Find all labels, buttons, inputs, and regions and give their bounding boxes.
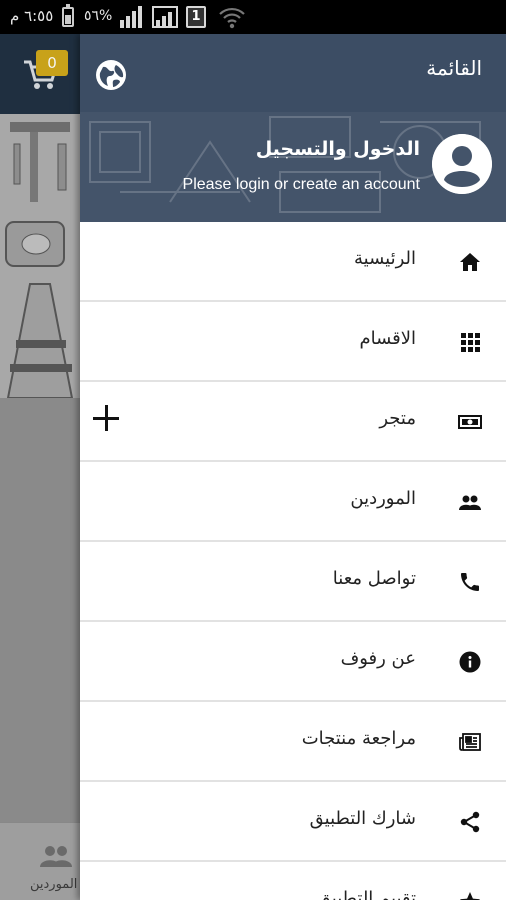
signal-icon — [120, 6, 146, 28]
menu-item-contact[interactable]: تواصل معنا — [80, 542, 506, 622]
status-time: ٦:٥٥ م — [10, 7, 54, 25]
menu-item-label: تواصل معنا — [332, 568, 416, 589]
drawer-header: القائمة الدخول والتسجيل Please login or … — [80, 34, 506, 222]
menu-item-about[interactable]: عن رفوف — [80, 622, 506, 702]
menu-item-share-app[interactable]: شارك التطبيق — [80, 782, 506, 862]
people-icon — [458, 490, 482, 514]
menu-item-label: تقييم التطبيق — [316, 888, 416, 900]
menu-item-label: متجر — [379, 408, 416, 429]
bottom-nav-label: الموردين — [30, 877, 78, 892]
battery-percent: ٥٦% — [84, 8, 113, 24]
navigation-drawer: القائمة الدخول والتسجيل Please login or … — [80, 34, 506, 900]
phone-icon — [458, 570, 482, 594]
menu-item-product-reviews[interactable]: مراجعة منتجات — [80, 702, 506, 782]
menu-item-label: الرئيسية — [354, 248, 416, 269]
background-app-header: 0 — [0, 34, 80, 114]
people-icon[interactable] — [40, 845, 72, 867]
sim-slot-badge: 1 — [186, 6, 206, 28]
signal-icon — [152, 6, 178, 28]
login-header[interactable]: الدخول والتسجيل Please login or create a… — [80, 112, 506, 222]
menu-item-store[interactable]: متجر — [80, 382, 506, 462]
menu-item-label: مراجعة منتجات — [301, 728, 416, 749]
menu-item-home[interactable]: الرئيسية — [80, 222, 506, 302]
newspaper-icon — [458, 730, 482, 754]
cart-count-badge: 0 — [36, 50, 68, 76]
menu-item-label: عن رفوف — [340, 648, 416, 669]
background-app: 0 الموردين — [0, 34, 80, 900]
menu-item-rate-app[interactable]: تقييم التطبيق — [80, 862, 506, 900]
wifi-icon — [218, 4, 246, 30]
menu-item-label: الاقسام — [359, 328, 416, 349]
bottom-nav: الموردين — [0, 822, 80, 900]
globe-icon[interactable] — [94, 58, 128, 92]
share-icon — [458, 810, 482, 834]
grid-icon — [458, 330, 482, 354]
login-title: الدخول والتسجيل — [255, 138, 420, 160]
drawer-title: القائمة — [426, 56, 482, 80]
info-icon — [458, 650, 482, 674]
expand-plus-icon[interactable] — [92, 404, 120, 432]
banner-image — [0, 114, 80, 398]
home-icon — [458, 250, 482, 274]
money-icon — [458, 410, 482, 434]
menu-item-categories[interactable]: الاقسام — [80, 302, 506, 382]
menu-item-label: شارك التطبيق — [309, 808, 416, 829]
login-subtitle: Please login or create an account — [182, 176, 420, 193]
status-bar: ٦:٥٥ م ٥٦% 1 — [0, 0, 506, 34]
menu-item-suppliers[interactable]: الموردين — [80, 462, 506, 542]
drawer-title-bar: القائمة — [80, 34, 506, 112]
battery-icon — [62, 4, 74, 27]
menu-item-label: الموردين — [350, 488, 416, 509]
avatar-icon[interactable] — [432, 134, 492, 194]
star-icon — [458, 890, 482, 900]
drawer-menu: الرئيسية الاقسام متجر الموردين تواصل معن… — [80, 222, 506, 900]
